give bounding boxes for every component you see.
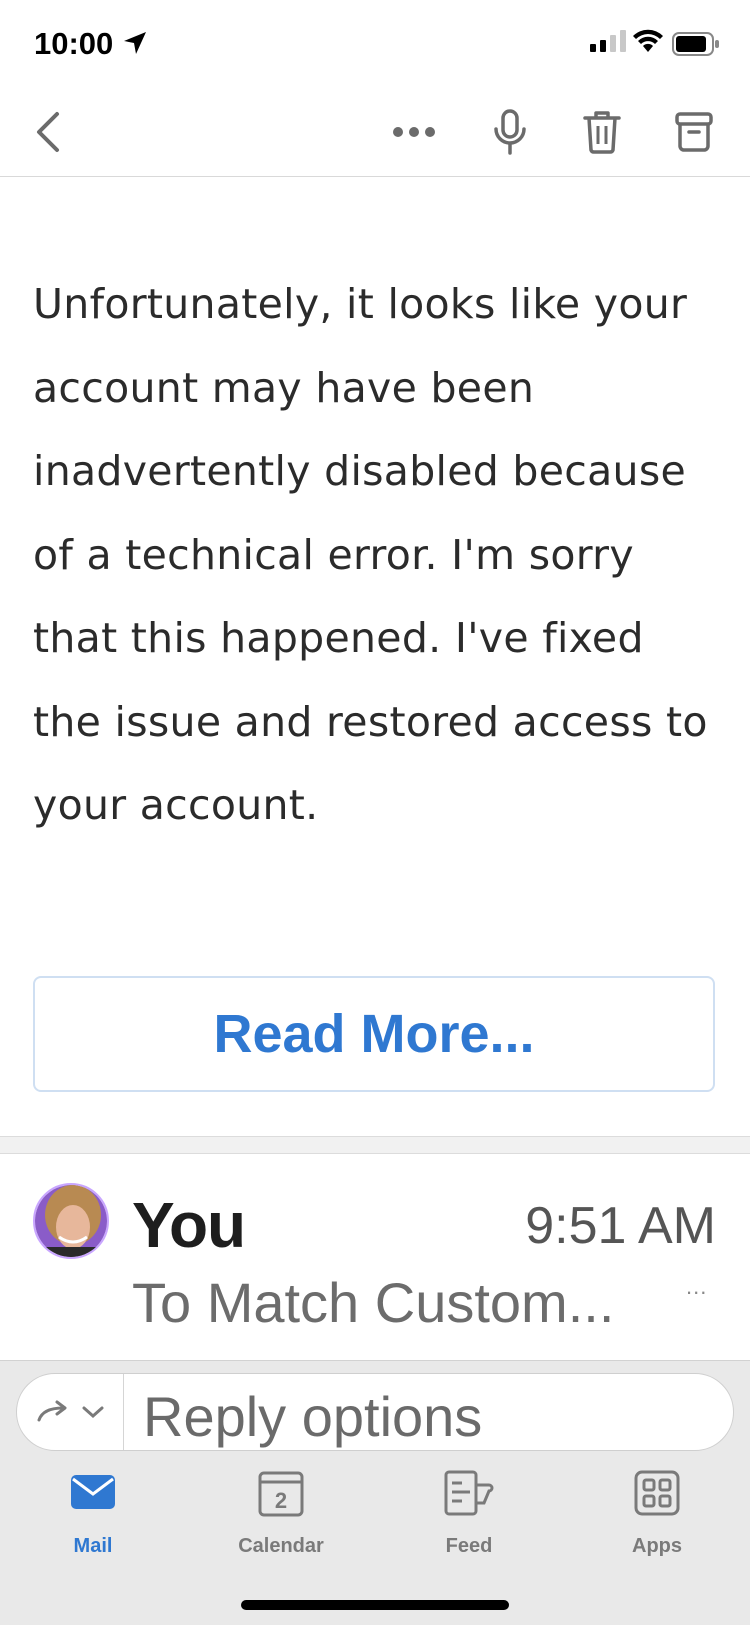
tab-label: Feed <box>445 1535 493 1557</box>
calendar-badge: 2 <box>275 1488 287 1513</box>
cellular-signal-icon <box>590 30 626 52</box>
reply-bar[interactable]: Reply options <box>16 1373 734 1451</box>
reply-options-label: Reply options <box>143 1385 483 1448</box>
archive-icon <box>675 112 713 152</box>
message-more-button[interactable]: ... <box>686 1274 707 1300</box>
reply-type-toggle[interactable] <box>17 1374 124 1450</box>
microphone-icon <box>494 109 526 155</box>
sender-name: You <box>132 1189 246 1261</box>
battery-icon <box>672 32 719 56</box>
tab-label: Mail <box>73 1535 113 1557</box>
message-time: 9:51 AM <box>525 1197 716 1255</box>
message-body: Unfortunately, it looks like your accoun… <box>33 280 708 829</box>
tab-mail[interactable]: Mail <box>18 1467 168 1558</box>
avatar-image <box>35 1185 107 1257</box>
tab-bar: Mail 2 Calendar Feed Apps <box>0 1467 750 1577</box>
more-options-button[interactable] <box>390 108 438 156</box>
location-arrow-icon <box>124 32 146 54</box>
home-indicator[interactable] <box>241 1600 509 1610</box>
feed-icon <box>444 1470 494 1516</box>
back-button[interactable] <box>24 108 72 156</box>
recipients-line[interactable]: To Match Custom... <box>132 1270 614 1335</box>
archive-button[interactable] <box>670 108 718 156</box>
avatar[interactable] <box>33 1183 109 1259</box>
forward-arrow-icon <box>37 1400 67 1422</box>
tab-apps[interactable]: Apps <box>582 1467 732 1558</box>
calendar-icon: 2 <box>258 1471 304 1517</box>
status-bar: 10:00 <box>0 0 750 90</box>
chevron-left-icon <box>37 112 59 152</box>
tab-label: Apps <box>632 1535 682 1557</box>
thread-divider <box>0 1136 750 1154</box>
chevron-down-icon <box>82 1406 104 1419</box>
mail-icon <box>71 1475 115 1509</box>
wifi-icon <box>633 29 663 52</box>
bottom-panel: Reply options Mail 2 Calendar Feed Apps <box>0 1360 750 1625</box>
status-time: 10:00 <box>34 26 114 61</box>
delete-button[interactable] <box>578 108 626 156</box>
trash-icon <box>583 111 621 154</box>
tab-calendar[interactable]: 2 Calendar <box>206 1467 356 1558</box>
dictate-button[interactable] <box>486 108 534 156</box>
read-more-button[interactable]: Read More... <box>33 976 715 1092</box>
message-toolbar <box>0 90 750 177</box>
tab-feed[interactable]: Feed <box>394 1467 544 1558</box>
apps-icon <box>634 1470 680 1516</box>
tab-label: Calendar <box>238 1535 324 1557</box>
ellipsis-icon <box>393 127 435 137</box>
